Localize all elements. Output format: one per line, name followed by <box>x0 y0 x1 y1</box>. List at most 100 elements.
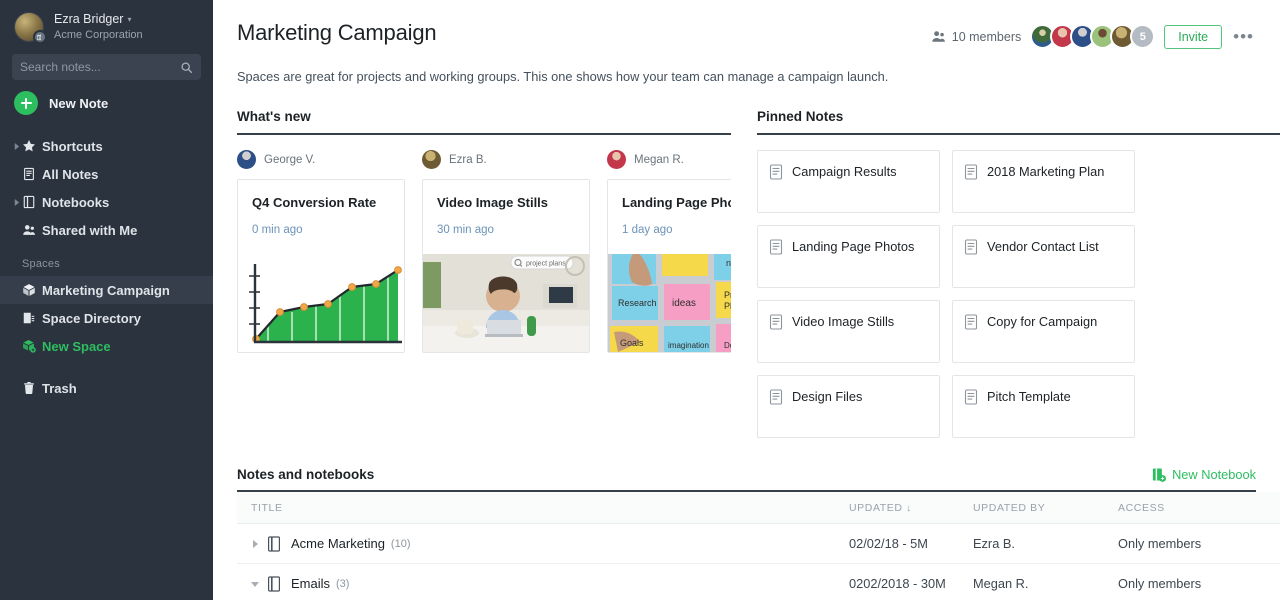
profile-name-row: Ezra Bridger ▾ <box>54 12 143 28</box>
whats-new-item: Megan R. Landing Page Photos 1 day ago <box>607 150 731 353</box>
sidebar-item-new-space[interactable]: New Space <box>0 332 213 360</box>
column-header-updated-by[interactable]: UPDATED BY <box>973 492 1118 524</box>
table-row[interactable]: Acme Marketing (10) 02/02/18 - 5M Ezra B… <box>237 524 1280 564</box>
note-icon <box>964 389 978 405</box>
table-row[interactable]: Emails (3) 0202/2018 - 30M Megan R. Only… <box>237 564 1280 600</box>
sidebar-item-label: Shortcuts <box>42 139 103 154</box>
pinned-note[interactable]: Vendor Contact List <box>952 225 1135 288</box>
svg-text:Goals: Goals <box>620 338 644 348</box>
pinned-note-label: Vendor Contact List <box>987 238 1099 256</box>
pinned-notes-section: Pinned Notes Campaign Results 2018 Marke… <box>757 109 1280 438</box>
row-updated: 0202/2018 - 30M <box>849 564 973 600</box>
pinned-note[interactable]: Design Files <box>757 375 940 438</box>
sidebar-item-notebooks[interactable]: Notebooks <box>0 188 213 216</box>
svg-text:project plans: project plans <box>526 261 566 268</box>
new-notebook-label: New Notebook <box>1172 467 1256 482</box>
sidebar-item-marketing-campaign[interactable]: Marketing Campaign <box>0 276 213 304</box>
chevron-right-icon[interactable] <box>10 199 22 206</box>
star-icon <box>22 139 42 153</box>
note-card-thumbnail: project plans <box>423 254 589 352</box>
org-badge-icon <box>33 30 47 44</box>
note-card[interactable]: Q4 Conversion Rate 0 min ago <box>237 179 405 353</box>
chevron-down-icon[interactable] <box>251 580 267 588</box>
pinned-note[interactable]: Copy for Campaign <box>952 300 1135 363</box>
sidebar-item-shared-with-me[interactable]: Shared with Me <box>0 216 213 244</box>
notes-and-notebooks-section: Notes and notebooks New Notebook <box>237 438 1280 600</box>
note-card[interactable]: Video Image Stills 30 min ago <box>422 179 590 353</box>
members-count-label: 10 members <box>952 30 1021 44</box>
search-input[interactable] <box>20 60 180 74</box>
search-icon[interactable] <box>180 61 193 74</box>
row-title-cell[interactable]: Emails (3) <box>237 564 849 600</box>
note-card-title: Q4 Conversion Rate <box>238 180 404 213</box>
note-icon <box>769 389 783 405</box>
user-profile[interactable]: Ezra Bridger ▾ Acme Corporation <box>0 0 213 52</box>
sidebar-item-all-notes[interactable]: All Notes <box>0 160 213 188</box>
sort-descending-icon[interactable]: ↓ <box>906 503 912 514</box>
members-count[interactable]: 10 members <box>931 29 1021 44</box>
row-title-label: Emails <box>291 576 330 591</box>
svg-text:ideas: ideas <box>672 298 696 309</box>
pinned-note[interactable]: Pitch Template <box>952 375 1135 438</box>
whats-new-item: George V. Q4 Conversion Rate 0 min ago <box>237 150 405 353</box>
pinned-note-label: Design Files <box>792 388 862 406</box>
note-icon <box>964 164 978 180</box>
search-box[interactable] <box>12 54 201 80</box>
sidebar-item-trash[interactable]: Trash <box>0 374 213 402</box>
notes-icon <box>22 167 42 181</box>
pinned-note[interactable]: Landing Page Photos <box>757 225 940 288</box>
note-card-time: 30 min ago <box>423 213 589 236</box>
avatar <box>422 150 441 169</box>
row-actions-cell[interactable]: ••• <box>1271 524 1280 564</box>
header-more-options-icon[interactable]: ••• <box>1231 27 1256 47</box>
sidebar-item-label: Shared with Me <box>42 223 137 238</box>
row-updated-by: Megan R. <box>973 564 1118 600</box>
chevron-right-icon[interactable] <box>251 540 267 548</box>
notes-table-heading: Notes and notebooks <box>237 467 374 482</box>
whats-new-item: Ezra B. Video Image Stills 30 min ago <box>422 150 590 353</box>
pinned-note-label: Landing Page Photos <box>792 238 914 256</box>
chevron-down-icon[interactable]: ▾ <box>127 15 131 25</box>
column-header-access[interactable]: ACCESS <box>1118 492 1271 524</box>
trash-icon <box>22 381 42 395</box>
avatar-overflow-count[interactable]: 5 <box>1130 24 1155 49</box>
column-header-updated-label: UPDATED <box>849 502 903 514</box>
row-title-label: Acme Marketing <box>291 536 385 551</box>
chevron-right-icon[interactable] <box>10 143 22 150</box>
pinned-note-label: Video Image Stills <box>792 313 894 331</box>
new-note-button[interactable]: New Note <box>0 80 213 126</box>
notebook-plus-icon <box>1151 467 1166 482</box>
column-header-updated[interactable]: UPDATED ↓ <box>849 492 973 524</box>
note-card[interactable]: Landing Page Photos 1 day ago <box>607 179 731 353</box>
table-body: Acme Marketing (10) 02/02/18 - 5M Ezra B… <box>237 524 1280 600</box>
sidebar-item-space-directory[interactable]: Space Directory <box>0 304 213 332</box>
notebook-icon <box>22 195 42 209</box>
facepile[interactable]: 5 <box>1030 24 1155 49</box>
row-item-count: (10) <box>391 538 411 550</box>
page-subtitle: Spaces are great for projects and workin… <box>237 49 1280 84</box>
header-actions: 10 members 5 Invite ••• <box>931 20 1256 49</box>
card-author-name: Ezra B. <box>449 154 487 166</box>
whats-new-section: What's new George V. Q4 Conversion Rate … <box>237 109 731 438</box>
page-title: Marketing Campaign <box>237 20 436 46</box>
pinned-note[interactable]: Campaign Results <box>757 150 940 213</box>
cube-plus-icon <box>22 339 42 353</box>
invite-button[interactable]: Invite <box>1164 25 1222 49</box>
svg-text:imagination: imagination <box>668 341 709 350</box>
sticky-notes-photo: Research ideas Project Plans notes Goals… <box>608 254 731 352</box>
pinned-note[interactable]: Video Image Stills <box>757 300 940 363</box>
card-author: Megan R. <box>607 150 731 179</box>
column-header-title[interactable]: TITLE <box>237 492 849 524</box>
pinned-note[interactable]: 2018 Marketing Plan <box>952 150 1135 213</box>
card-author: George V. <box>237 150 405 179</box>
new-notebook-button[interactable]: New Notebook <box>1151 467 1256 482</box>
row-access: Only members <box>1118 524 1271 564</box>
row-title-cell[interactable]: Acme Marketing (10) <box>237 524 849 564</box>
nav-spacer <box>0 360 213 374</box>
table-head: TITLE UPDATED ↓ UPDATED BY ACCESS <box>237 492 1280 524</box>
svg-text:Research: Research <box>618 298 657 308</box>
sidebar-item-shortcuts[interactable]: Shortcuts <box>0 132 213 160</box>
svg-text:notes: notes <box>726 258 731 268</box>
row-actions-cell[interactable]: ••• <box>1271 564 1280 600</box>
sidebar-item-label: New Space <box>42 339 111 354</box>
